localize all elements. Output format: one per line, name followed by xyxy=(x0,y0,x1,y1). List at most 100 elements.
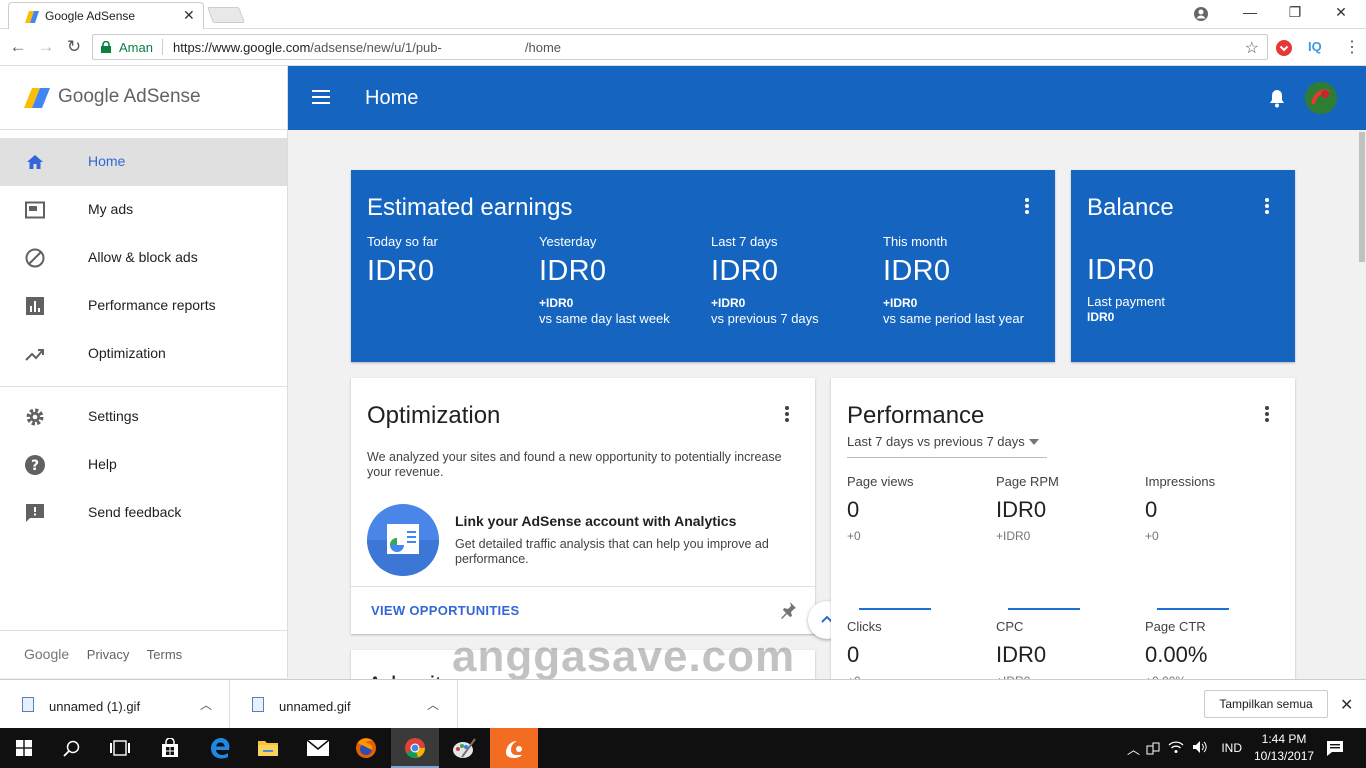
sidebar: Google AdSense Home My ads Allow & block… xyxy=(0,66,288,678)
footer-privacy-link[interactable]: Privacy xyxy=(87,647,130,662)
performance-more-icon[interactable] xyxy=(1265,406,1269,422)
balance-more-icon[interactable] xyxy=(1265,198,1269,214)
download-item[interactable]: unnamed.gif ︿ xyxy=(230,680,458,729)
taskbar-edge[interactable] xyxy=(196,728,244,768)
forward-icon[interactable]: → xyxy=(35,37,57,57)
logo-text: Google AdSense xyxy=(58,86,201,107)
perf-metric-clicks[interactable]: Clicks 0 +0 xyxy=(847,619,987,688)
account-avatar[interactable] xyxy=(1305,82,1337,114)
clock-time[interactable]: 1:44 PM xyxy=(1254,732,1314,746)
sidebar-item-optimization[interactable]: Optimization xyxy=(0,330,287,378)
date-range-value: Last 7 days vs previous 7 days xyxy=(847,434,1025,449)
back-icon[interactable]: ← xyxy=(7,37,29,57)
close-window-icon[interactable]: ✕ xyxy=(1326,4,1356,21)
perf-metric-page-ctr[interactable]: Page CTR 0.00% +0.00% xyxy=(1145,619,1285,688)
tab-close-icon[interactable]: ✕ xyxy=(183,7,195,24)
sidebar-item-send-feedback[interactable]: Send feedback xyxy=(0,489,287,537)
windows-logo-icon xyxy=(16,740,32,756)
task-view-button[interactable] xyxy=(96,728,144,768)
pocket-extension-icon[interactable] xyxy=(1276,40,1292,56)
taskbar-chrome[interactable] xyxy=(391,728,439,768)
minimize-window-icon[interactable]: — xyxy=(1235,4,1265,20)
downloads-bar: unnamed (1).gif ︿ unnamed.gif ︿ Tampilka… xyxy=(0,679,1366,729)
perf-metric-page-views[interactable]: Page views 0 +0 xyxy=(847,474,987,543)
start-button[interactable] xyxy=(0,728,48,768)
reload-icon[interactable]: ↻ xyxy=(63,37,85,57)
adsense-logo-icon xyxy=(24,88,50,108)
mail-icon xyxy=(307,740,329,756)
chevron-up-icon[interactable]: ︿ xyxy=(427,696,439,713)
earnings-more-icon[interactable] xyxy=(1025,198,1029,214)
taskbar-file-explorer[interactable] xyxy=(244,728,292,768)
volume-icon[interactable] xyxy=(1192,740,1208,754)
last-payment-value: IDR0 xyxy=(1087,310,1115,324)
sidebar-item-performance-reports[interactable]: Performance reports xyxy=(0,282,287,330)
sidebar-item-my-ads[interactable]: My ads xyxy=(0,186,287,234)
metric-label: CPC xyxy=(996,619,1024,634)
metric-label: Page RPM xyxy=(996,474,1059,489)
browser-toolbar: ← → ↻ Aman https://www.google.com/adsens… xyxy=(0,29,1366,66)
sidebar-item-home[interactable]: Home xyxy=(0,138,287,186)
analytics-illustration-icon xyxy=(367,504,439,576)
sidebar-item-allow-block-ads[interactable]: Allow & block ads xyxy=(0,234,287,282)
hamburger-menu-icon[interactable] xyxy=(312,90,330,104)
card-divider xyxy=(351,586,815,587)
dropdown-arrow-icon xyxy=(1029,439,1039,445)
sidebar-item-help[interactable]: ? Help xyxy=(0,441,287,489)
perf-metric-impressions[interactable]: Impressions 0 +0 xyxy=(1145,474,1285,543)
earnings-metric-yesterday: Yesterday IDR0 +IDR0 vs same day last we… xyxy=(539,234,709,326)
perf-metric-page-rpm[interactable]: Page RPM IDR0 +IDR0 xyxy=(996,474,1136,543)
taskbar-paint[interactable] xyxy=(440,728,488,768)
network-adapter-icon[interactable] xyxy=(1146,741,1160,755)
lock-icon xyxy=(101,41,111,53)
balance-metric: IDR0 Last payment IDR0 xyxy=(1087,254,1257,324)
taskbar-firefox[interactable] xyxy=(342,728,390,768)
show-all-downloads-button[interactable]: Tampilkan semua xyxy=(1204,690,1328,718)
notifications-bell-icon[interactable] xyxy=(1268,88,1286,108)
address-bar[interactable]: Aman https://www.google.com/adsense/new/… xyxy=(92,34,1268,60)
metric-delta: +IDR0 xyxy=(711,296,746,310)
sidebar-item-label: Settings xyxy=(88,408,139,424)
sidebar-divider xyxy=(0,386,287,387)
scrollbar-thumb[interactable] xyxy=(1359,132,1365,262)
perf-metric-cpc[interactable]: CPC IDR0 +IDR0 xyxy=(996,619,1136,688)
sidebar-item-label: Allow & block ads xyxy=(88,249,198,265)
footer-terms-link[interactable]: Terms xyxy=(147,647,182,662)
search-icon xyxy=(63,740,80,757)
gear-icon xyxy=(26,408,44,426)
ad-unit-icon xyxy=(25,201,45,219)
profile-icon[interactable] xyxy=(1193,6,1209,22)
address-separator xyxy=(162,39,163,55)
pin-icon[interactable] xyxy=(779,601,797,619)
metric-delta: +IDR0 xyxy=(883,296,918,310)
chevron-up-icon[interactable]: ︿ xyxy=(200,696,212,713)
taskbar-uc-browser[interactable] xyxy=(490,728,538,768)
new-tab-button[interactable] xyxy=(207,7,245,23)
svg-text:?: ? xyxy=(31,458,39,474)
download-item[interactable]: unnamed (1).gif ︿ xyxy=(0,680,230,729)
metric-label: This month xyxy=(883,234,948,249)
sidebar-item-label: My ads xyxy=(88,201,134,217)
balance-value: IDR0 xyxy=(1087,254,1155,286)
wifi-icon[interactable] xyxy=(1168,740,1184,754)
search-button[interactable] xyxy=(48,728,96,768)
sidebar-item-settings[interactable]: Settings xyxy=(0,393,287,441)
clock-date[interactable]: 10/13/2017 xyxy=(1254,749,1314,763)
view-opportunities-button[interactable]: VIEW OPPORTUNITIES xyxy=(371,603,519,618)
metric-value: IDR0 xyxy=(996,497,1047,522)
chrome-menu-icon[interactable]: ⋮ xyxy=(1344,37,1360,57)
taskbar-mail[interactable] xyxy=(294,728,342,768)
optimization-more-icon[interactable] xyxy=(785,406,789,422)
iq-extension-icon[interactable]: IQ xyxy=(1308,39,1322,54)
close-downloads-icon[interactable]: ✕ xyxy=(1340,695,1353,715)
browser-tab[interactable]: Google AdSense ✕ xyxy=(8,2,204,29)
task-view-icon xyxy=(110,740,130,756)
bookmark-star-icon[interactable]: ☆ xyxy=(1245,38,1259,58)
input-language[interactable]: IND xyxy=(1221,741,1242,755)
date-range-dropdown[interactable]: Last 7 days vs previous 7 days xyxy=(847,434,1047,458)
page-scrollbar[interactable] xyxy=(1358,130,1366,679)
chevron-up-icon[interactable]: ︿ xyxy=(1127,739,1140,758)
taskbar-store[interactable] xyxy=(146,728,194,768)
action-center-icon[interactable] xyxy=(1326,740,1344,757)
restore-window-icon[interactable]: ❐ xyxy=(1280,4,1310,21)
